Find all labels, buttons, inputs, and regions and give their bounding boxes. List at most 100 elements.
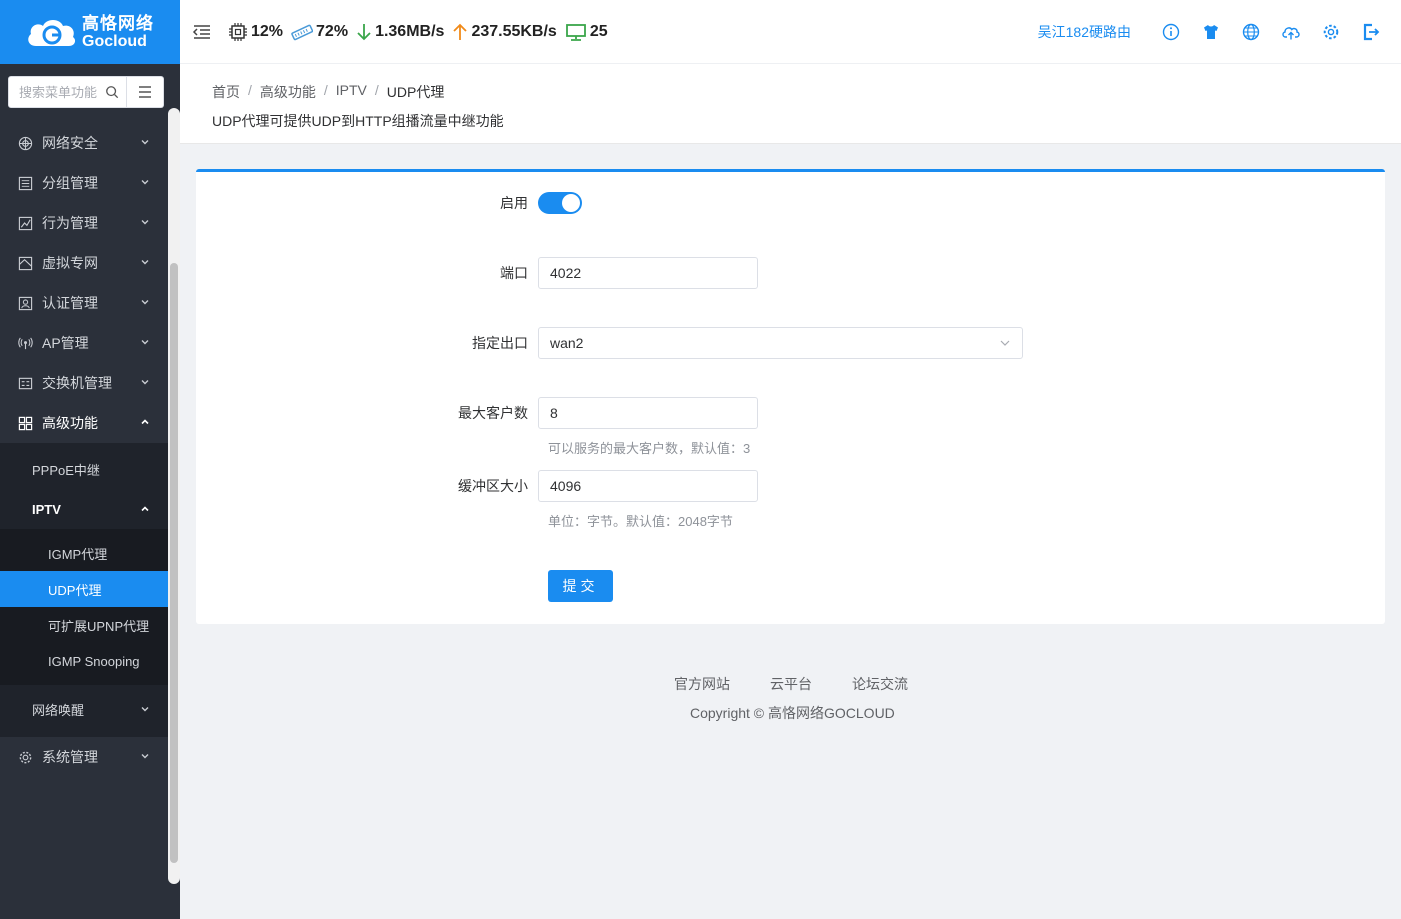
device-name-link[interactable]: 吴江182硬路由 <box>1038 22 1131 42</box>
sub-udp-proxy[interactable]: UDP代理 <box>0 571 168 607</box>
menu-search <box>8 76 127 108</box>
download-speed: 1.36MB/s <box>356 22 444 42</box>
port-label: 端口 <box>500 265 528 281</box>
chevron-down-icon <box>141 340 149 345</box>
menu-ap-management[interactable]: AP管理 <box>0 323 168 363</box>
brand-name-en: Gocloud <box>82 32 147 50</box>
upload-value: 237.55KB/s <box>471 22 557 40</box>
footer-link-forum[interactable]: 论坛交流 <box>852 674 908 694</box>
breadcrumb-separator: / <box>248 82 252 98</box>
breadcrumb-advanced[interactable]: 高级功能 <box>260 82 316 102</box>
download-value: 1.36MB/s <box>375 22 445 40</box>
globe-icon[interactable] <box>1241 22 1261 42</box>
advanced-submenu: PPPoE中继 IPTV IGMP代理 UDP代理 可扩展UPNP代理 IGMP… <box>0 443 168 737</box>
chart-icon <box>17 215 33 231</box>
sub-label: UDP代理 <box>48 582 102 598</box>
upload-speed: 237.55KB/s <box>452 22 557 42</box>
menu-list-button[interactable] <box>127 76 164 108</box>
sub-iptv[interactable]: IPTV <box>0 489 168 529</box>
exit-select-value: wan2 <box>550 335 584 351</box>
menu-advanced-features[interactable]: 高级功能 <box>0 403 168 443</box>
chevron-up-icon <box>141 506 149 512</box>
buffer-size-input[interactable] <box>538 470 758 502</box>
search-icon[interactable] <box>105 85 119 99</box>
arrow-down-icon <box>357 23 371 40</box>
menu-switch-management[interactable]: 交换机管理 <box>0 363 168 403</box>
collapse-menu-icon[interactable] <box>192 22 212 42</box>
list-icon <box>17 175 33 191</box>
footer-link-official[interactable]: 官方网站 <box>674 674 730 694</box>
top-header: 12% 72% 1.36MB/s 237.55KB/s 25 吴江182硬路由 <box>180 0 1401 64</box>
sub-label: IGMP代理 <box>48 546 108 562</box>
menu-label: 行为管理 <box>42 215 98 231</box>
breadcrumb-home[interactable]: 首页 <box>212 82 240 102</box>
logout-icon[interactable] <box>1361 22 1381 42</box>
buffer-size-label: 缓冲区大小 <box>458 478 528 494</box>
menu-label: 交换机管理 <box>42 375 112 391</box>
memory-usage: 72% <box>291 22 348 42</box>
sub-label: IPTV <box>32 501 61 517</box>
chevron-down-icon <box>141 300 149 305</box>
settings-gear-icon[interactable] <box>1321 22 1341 42</box>
sub-upnp-proxy[interactable]: 可扩展UPNP代理 <box>0 607 168 643</box>
menu-behavior-management[interactable]: 行为管理 <box>0 203 168 243</box>
brand-name-cn: 高恪网络 <box>82 13 154 33</box>
tshirt-skin-icon[interactable] <box>1201 22 1221 42</box>
cpu-value: 12% <box>251 22 284 40</box>
breadcrumb-iptv[interactable]: IPTV <box>336 82 367 102</box>
menu-label: AP管理 <box>42 335 89 351</box>
footer-links: 官方网站 云平台 论坛交流 <box>674 674 948 694</box>
menu-group-management[interactable]: 分组管理 <box>0 163 168 203</box>
sub-igmp-proxy[interactable]: IGMP代理 <box>0 535 168 571</box>
monitor-icon <box>565 23 586 41</box>
scrollbar-thumb[interactable] <box>170 263 178 863</box>
breadcrumb: 首页 / 高级功能 / IPTV / UDP代理 <box>212 82 1369 102</box>
cloud-upload-icon[interactable] <box>1281 22 1301 42</box>
menu-system-management[interactable]: 系统管理 <box>0 737 168 777</box>
footer-link-cloud[interactable]: 云平台 <box>770 674 812 694</box>
breadcrumb-current: UDP代理 <box>386 84 445 100</box>
sub-label: IGMP Snooping <box>48 653 140 669</box>
enable-switch[interactable] <box>538 192 582 214</box>
breadcrumb-separator: / <box>374 82 379 98</box>
sub-wake-on-lan[interactable]: 网络唤醒 <box>0 689 168 729</box>
sub-igmp-snooping[interactable]: IGMP Snooping <box>0 643 168 679</box>
sidebar-scrollbar[interactable] <box>168 108 180 884</box>
breadcrumb-separator: / <box>323 82 328 98</box>
chevron-down-icon <box>141 707 149 712</box>
menu-label: 认证管理 <box>42 295 98 311</box>
cpu-icon <box>229 22 247 41</box>
submit-button[interactable]: 提交 <box>548 570 613 602</box>
chevron-down-icon <box>141 140 149 145</box>
exit-select[interactable]: wan2 <box>538 327 1023 359</box>
sub-label: 可扩展UPNP代理 <box>48 618 150 634</box>
menu-label: 分组管理 <box>42 175 98 191</box>
wifi-ap-icon <box>17 335 33 351</box>
sidebar: 高恪网络 Gocloud 网络安全 分组管理 行为管理 <box>0 0 180 919</box>
enable-label: 启用 <box>500 195 528 211</box>
max-clients-input[interactable] <box>538 397 758 429</box>
menu-label: 高级功能 <box>42 415 98 431</box>
switch-icon <box>17 375 33 391</box>
iptv-submenu: IGMP代理 UDP代理 可扩展UPNP代理 IGMP Snooping <box>0 529 168 685</box>
grid-icon <box>17 415 33 431</box>
menu-auth-management[interactable]: 认证管理 <box>0 283 168 323</box>
chevron-down-icon <box>141 220 149 225</box>
exit-label: 指定出口 <box>472 335 528 351</box>
user-card-icon <box>17 295 33 311</box>
udp-proxy-form: 启用 端口 指定出口 wan2 最大客户数 可以服务的最大客户数，默认值：3 缓… <box>196 169 1385 624</box>
info-icon[interactable] <box>1161 22 1181 42</box>
copyright: Copyright © 高恪网络GOCLOUD <box>690 705 895 721</box>
menu-label: 网络安全 <box>42 135 98 151</box>
max-clients-hint: 可以服务的最大客户数，默认值：3 <box>548 441 751 456</box>
port-input[interactable] <box>538 257 758 289</box>
chevron-down-icon <box>141 180 149 185</box>
chevron-down-icon <box>141 380 149 385</box>
logo[interactable]: 高恪网络 Gocloud <box>0 0 180 64</box>
menu-vpn[interactable]: 虚拟专网 <box>0 243 168 283</box>
menu-network-security[interactable]: 网络安全 <box>0 123 168 163</box>
devices-value: 25 <box>589 22 608 40</box>
sub-pppoe-relay[interactable]: PPPoE中继 <box>0 449 168 489</box>
menu-search-input[interactable] <box>19 84 105 100</box>
chevron-up-icon <box>141 419 149 425</box>
